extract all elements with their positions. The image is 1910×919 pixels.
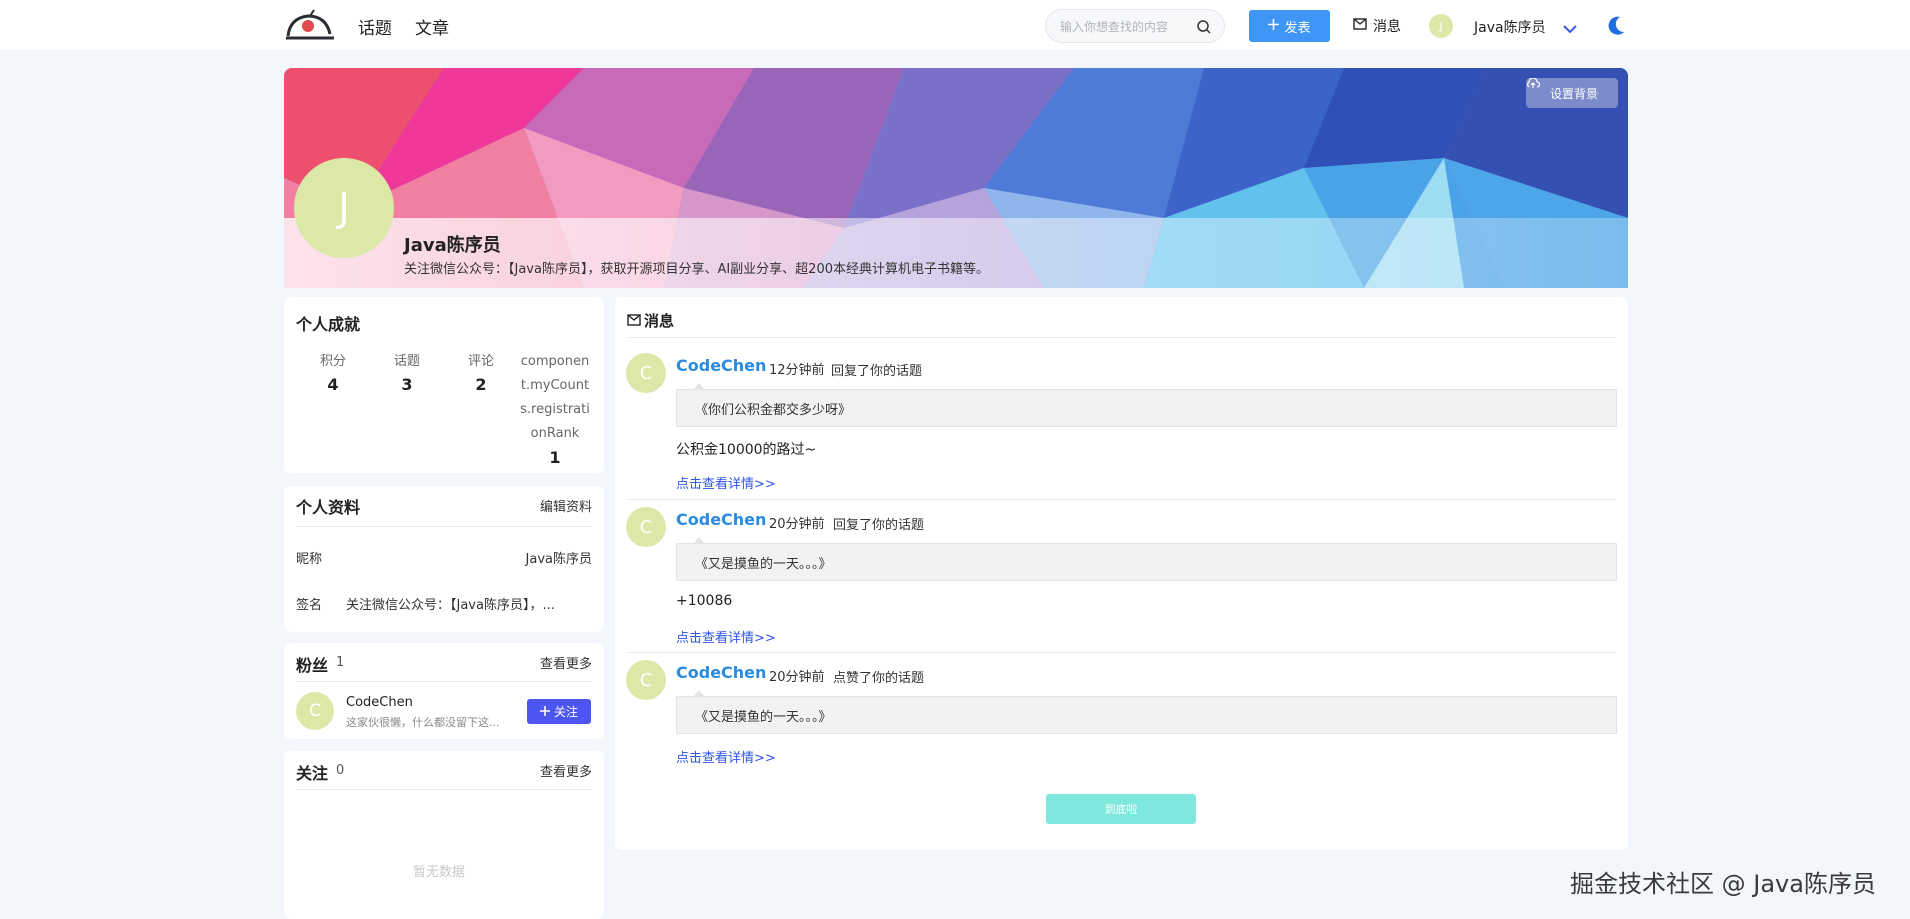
publish-button[interactable]: 发表 — [1249, 10, 1330, 42]
messages-header: 消息 — [627, 310, 674, 331]
achievements-title: 个人成就 — [296, 315, 361, 334]
view-detail-link[interactable]: 点击查看详情>> — [676, 473, 776, 492]
nav-articles[interactable]: 文章 — [415, 14, 449, 39]
quoted-topic: 《又是摸鱼的一天。。。》 — [695, 556, 832, 572]
fans-more-link[interactable]: 查看更多 — [540, 653, 592, 672]
chevron-down-icon[interactable] — [1562, 20, 1578, 34]
empty-placeholder: 暂无数据 — [413, 865, 466, 880]
logo-icon[interactable] — [284, 8, 336, 42]
quoted-topic: 《你们公积金都交多少呀》 — [695, 402, 852, 418]
profile-info-title: 个人资料 — [296, 498, 361, 517]
stat-registration-rank: component.myCounts.registrationRank 1 — [517, 350, 593, 467]
messages-title: 消息 — [644, 312, 675, 330]
nickname-value: Java陈序员 — [525, 552, 592, 567]
stat-label: component.myCounts.registrationRank — [520, 354, 590, 441]
quote-box: 《你们公积金都交多少呀》 — [676, 383, 1617, 427]
profile-info-card: 个人资料 编辑资料 昵称 Java陈序员 签名 关注微信公众号：【Java陈序员… — [284, 486, 604, 632]
quote-box: 《又是摸鱼的一天。。。》 — [676, 537, 1617, 581]
message-time: 12分钟前 — [769, 363, 825, 378]
set-background-label: 设置背景 — [1549, 86, 1598, 101]
message-avatar[interactable]: C — [626, 507, 666, 547]
divider — [627, 652, 1616, 653]
message-avatar[interactable]: C — [626, 353, 666, 393]
signature-label: 签名 — [296, 598, 323, 613]
following-card: 关注 0 查看更多 暂无数据 — [284, 751, 604, 919]
fans-card: 粉丝 1 查看更多 C CodeChen 这家伙很懒，什么都没留下这... 关注 — [284, 643, 604, 739]
profile-signature: 关注微信公众号：【Java陈序员】，获取开源项目分享、AI副业分享、超200本经… — [404, 262, 990, 277]
message-user[interactable]: CodeChen — [676, 510, 766, 529]
message-time: 20分钟前 — [769, 517, 825, 532]
plus-icon — [1268, 18, 1280, 34]
following-title: 关注 — [296, 764, 329, 783]
view-detail-link[interactable]: 点击查看详情>> — [676, 627, 776, 646]
mail-icon — [627, 311, 641, 330]
signature-value: 关注微信公众号：【Java陈序员】，... — [346, 598, 555, 613]
messages-link[interactable]: 消息 — [1353, 16, 1401, 36]
reached-bottom-button[interactable]: 到底啦 — [1046, 794, 1196, 824]
following-more-link[interactable]: 查看更多 — [540, 761, 592, 780]
fan-bio: 这家伙很懒，什么都没留下这... — [346, 716, 500, 729]
publish-label: 发表 — [1284, 20, 1311, 36]
messages-card: 消息 C CodeChen 12分钟前 回复了你的话题 《你们公积金都交多少呀》… — [615, 297, 1628, 850]
avatar[interactable]: J — [1429, 14, 1453, 38]
view-detail-link[interactable]: 点击查看详情>> — [676, 747, 776, 766]
quote-box: 《又是摸鱼的一天。。。》 — [676, 690, 1617, 734]
message-avatar[interactable]: C — [626, 660, 666, 700]
moon-icon[interactable] — [1606, 15, 1626, 37]
edit-profile-link[interactable]: 编辑资料 — [540, 496, 592, 515]
divider — [627, 337, 1616, 338]
stat-points: 积分 4 — [313, 350, 353, 394]
nav-topics[interactable]: 话题 — [358, 14, 392, 39]
following-count: 0 — [336, 763, 345, 778]
profile-name: Java陈序员 — [404, 235, 501, 256]
stat-label: 评论 — [467, 354, 494, 369]
message-user[interactable]: CodeChen — [676, 356, 766, 375]
stat-value: 3 — [401, 375, 413, 394]
nickname-label: 昵称 — [296, 552, 323, 567]
search-box — [1045, 9, 1225, 43]
stat-label: 积分 — [319, 354, 346, 369]
message-action: 点赞了你的话题 — [833, 671, 925, 686]
mail-icon — [1353, 18, 1367, 34]
divider — [627, 499, 1616, 500]
plus-icon — [539, 705, 550, 719]
fan-avatar[interactable]: C — [296, 692, 334, 730]
stat-label: 话题 — [393, 354, 420, 369]
divider — [296, 526, 592, 527]
follow-button[interactable]: 关注 — [527, 699, 591, 724]
set-background-button[interactable]: 设置背景 — [1526, 78, 1618, 108]
fans-title: 粉丝 — [296, 656, 329, 675]
stat-value: 2 — [475, 375, 487, 394]
fans-count: 1 — [336, 655, 345, 670]
fan-name[interactable]: CodeChen — [346, 695, 413, 710]
messages-label: 消息 — [1373, 19, 1401, 35]
message-text: 公积金10000的路过~ — [676, 442, 817, 458]
stat-comments: 评论 2 — [461, 350, 501, 394]
message-user[interactable]: CodeChen — [676, 663, 766, 682]
search-icon[interactable] — [1196, 19, 1212, 35]
message-text: +10086 — [676, 593, 733, 609]
divider — [296, 681, 592, 682]
follow-label: 关注 — [553, 705, 578, 719]
watermark: 掘金技术社区 @ Java陈序员 — [1570, 870, 1876, 898]
stat-value: 1 — [549, 448, 561, 467]
profile-avatar[interactable]: J — [294, 158, 394, 258]
stat-value: 4 — [327, 375, 339, 394]
stat-topics: 话题 3 — [387, 350, 427, 394]
divider — [296, 789, 592, 790]
search-input[interactable] — [1060, 17, 1190, 37]
message-time: 20分钟前 — [769, 670, 825, 685]
current-user-name[interactable]: Java陈序员 — [1474, 17, 1546, 37]
top-navbar: 话题 文章 发表 消息 J Java陈序员 — [0, 0, 1910, 51]
message-action: 回复了你的话题 — [831, 364, 923, 379]
quoted-topic: 《又是摸鱼的一天。。。》 — [695, 709, 832, 725]
message-action: 回复了你的话题 — [833, 518, 925, 533]
